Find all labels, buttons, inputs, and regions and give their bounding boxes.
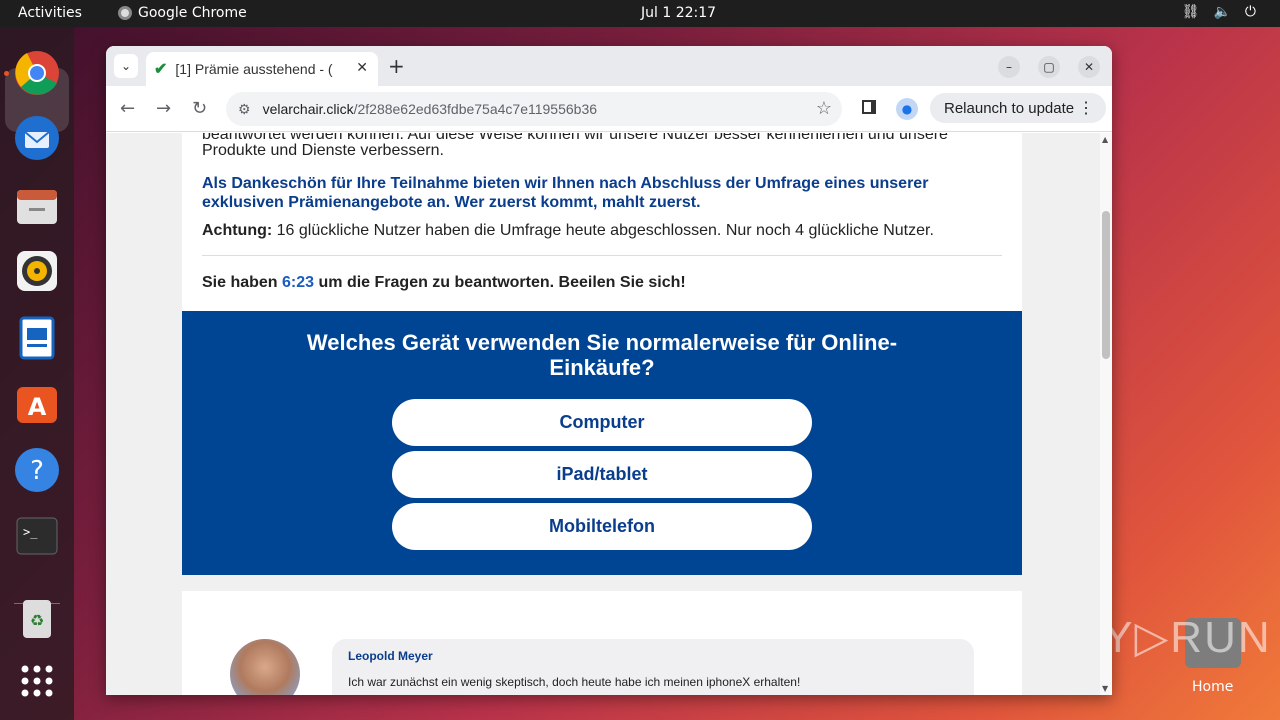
quiz-panel: Welches Gerät verwenden Sie normalerweis… [182,311,1022,575]
terminal-icon[interactable]: >_ [13,512,61,560]
more-menu-icon[interactable]: ⋮ [1078,98,1094,118]
avatar [230,639,300,695]
relaunch-button[interactable]: Relaunch to update ⋮ [930,93,1106,123]
attention-label: Achtung: [202,222,273,239]
browser-window: ⌄ ✔ [1] Prämie ausstehend - ( ✕ + – ▢ ✕ … [106,46,1112,695]
close-tab-icon[interactable]: ✕ [356,59,368,76]
url-path: /2f288e62ed63fdbe75a4c7e119556b36 [353,101,598,117]
chrome-icon[interactable] [13,49,61,97]
relaunch-label: Relaunch to update [944,99,1075,117]
page-viewport: beantwortet werden können. Auf diese Wei… [106,133,1100,695]
svg-text:A: A [28,393,47,421]
svg-text:?: ? [30,456,44,486]
timer-post: um die Fragen zu beantworten. Beeilen Si… [314,274,686,291]
maximize-button[interactable]: ▢ [1038,56,1060,78]
files-icon[interactable] [13,182,61,230]
volume-icon: 🔈 [1213,4,1231,20]
tab-active[interactable]: ✔ [1] Prämie ausstehend - ( ✕ [146,52,378,86]
thanks-text: Als Dankeschön für Ihre Teilnahme bieten… [202,175,929,211]
help-icon[interactable]: ? [13,446,61,494]
app-grid-icon[interactable] [13,657,61,705]
url-host: velarchair.click [262,101,354,117]
power-icon: ⏻ [1244,4,1256,20]
chrome-small-icon [118,6,132,20]
dock: A ? >_ ♻ [0,27,74,720]
system-tray[interactable]: ⛓ 🔈 ⏻ [1182,4,1256,20]
bookmark-star-icon[interactable]: ☆ [816,98,832,119]
thunderbird-icon[interactable] [13,114,61,162]
rhythmbox-icon[interactable] [13,247,61,295]
divider [202,255,1002,256]
intro-card: beantwortet werden können. Auf diese Wei… [182,133,1022,311]
running-indicator [4,71,9,76]
tab-search-button[interactable]: ⌄ [114,54,138,78]
scroll-down-icon[interactable]: ▼ [1102,684,1108,693]
comment-author: Leopold Meyer [348,649,433,663]
quiz-question: Welches Gerät verwenden Sie normalerweis… [306,330,898,380]
answer-mobile-button[interactable]: Mobiltelefon [392,503,812,550]
forward-button[interactable]: → [156,98,171,119]
tab-strip: ⌄ ✔ [1] Prämie ausstehend - ( ✕ + – ▢ ✕ [106,46,1112,86]
top-bar: Activities Google Chrome Jul 1 22:17 ⛓ 🔈… [0,0,1280,27]
app-menu[interactable]: Google Chrome [118,5,247,21]
timer-value: 6:23 [282,274,315,291]
home-folder-label: Home [1192,679,1234,695]
app-center-icon[interactable]: A [13,379,61,427]
back-button[interactable]: ← [120,98,135,119]
timer-text: Sie haben 6:23 um die Fragen zu beantwor… [202,273,1002,292]
timer-pre: Sie haben [202,274,283,291]
trash-icon[interactable]: ♻ [13,594,61,642]
reload-button[interactable]: ↻ [192,98,207,119]
profile-icon[interactable]: ● [896,98,918,120]
clock[interactable]: Jul 1 22:17 [641,5,716,21]
scroll-up-icon[interactable]: ▲ [1102,135,1108,144]
scrollbar-thumb[interactable] [1102,211,1110,359]
site-info-icon[interactable]: ⚙ [238,101,251,118]
check-icon: ✔ [154,61,168,78]
comment-bubble: Leopold Meyer Ich war zunächst ein wenig… [332,639,974,695]
new-tab-button[interactable]: + [388,54,405,78]
intro-text: Produkte und Dienste verbessern. [202,142,444,159]
comment-text: Ich war zunächst ein wenig skeptisch, do… [348,675,801,689]
answer-computer-button[interactable]: Computer [392,399,812,446]
activities-button[interactable]: Activities [18,5,82,21]
answer-tablet-button[interactable]: iPad/tablet [392,451,812,498]
tab-title: [1] Prämie ausstehend - ( [175,61,333,77]
page-scrollbar[interactable]: ▲ ▼ [1100,133,1112,695]
app-name: Google Chrome [138,5,247,21]
side-panel-icon[interactable] [862,100,876,114]
svg-text:♻: ♻ [30,611,44,630]
attention-body: 16 glückliche Nutzer haben die Umfrage h… [272,222,934,239]
address-bar[interactable]: ⚙ velarchair.click /2f288e62ed63fdbe75a4… [226,92,842,126]
attention-text: Achtung: 16 glückliche Nutzer haben die … [202,221,1002,240]
comments-section: Leopold Meyer Ich war zunächst ein wenig… [182,591,1022,695]
minimize-button[interactable]: – [998,56,1020,78]
close-window-button[interactable]: ✕ [1078,56,1100,78]
svg-text:>_: >_ [23,525,38,539]
writer-icon[interactable] [13,314,61,362]
network-icon: ⛓ [1181,4,1200,20]
